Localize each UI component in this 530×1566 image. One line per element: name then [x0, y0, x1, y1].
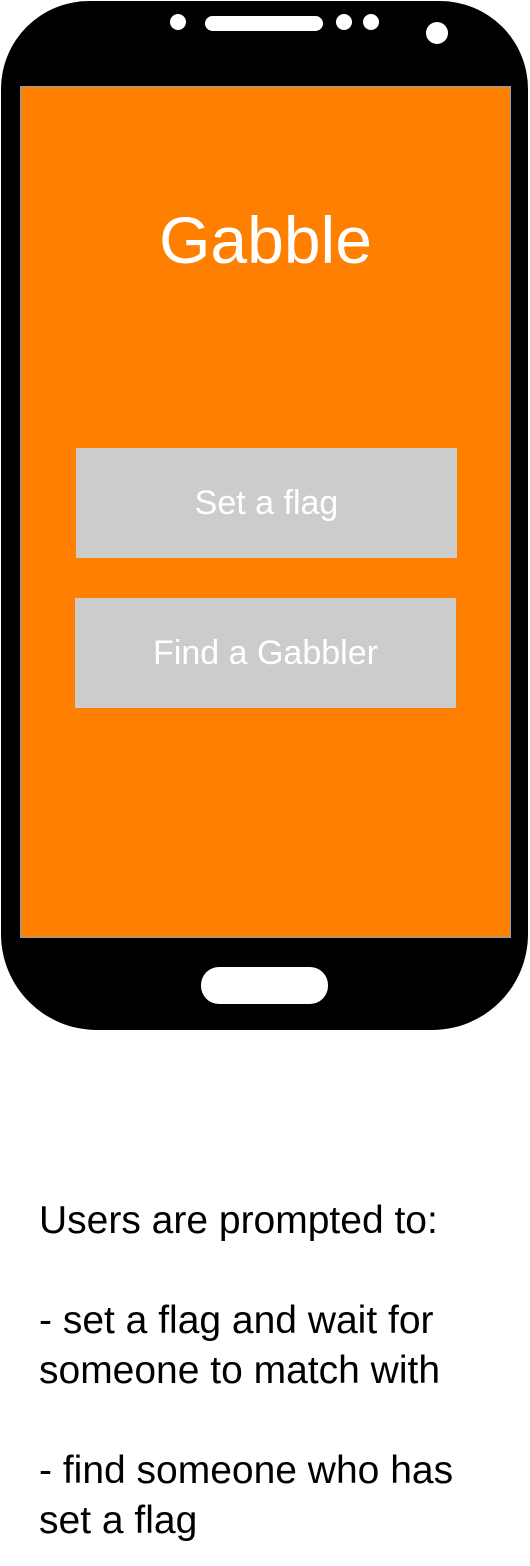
phone-frame: Gabble Set a flag Find a Gabbler: [1, 1, 528, 1030]
phone-screen: Gabble Set a flag Find a Gabbler: [20, 86, 511, 938]
home-button[interactable]: [201, 967, 328, 1004]
front-camera: [426, 22, 448, 44]
description-caption: Users are prompted to: - set a flag and …: [39, 1196, 519, 1546]
find-gabbler-button[interactable]: Find a Gabbler: [75, 598, 456, 708]
caption-item1-line1: - set a flag and wait for: [39, 1299, 434, 1342]
caption-item1-line2: someone to match with: [39, 1349, 441, 1392]
caption-item2-line1: - find someone who has: [39, 1449, 454, 1492]
caption-item2-line2: set a flag: [39, 1499, 198, 1542]
proximity-sensor-dot: [336, 14, 352, 30]
front-sensor-dot: [170, 14, 186, 30]
app-title: Gabble: [159, 203, 372, 277]
set-flag-button[interactable]: Set a flag: [76, 448, 457, 558]
light-sensor-dot: [363, 14, 379, 30]
earpiece-speaker: [205, 16, 323, 31]
caption-intro: Users are prompted to:: [39, 1199, 438, 1242]
